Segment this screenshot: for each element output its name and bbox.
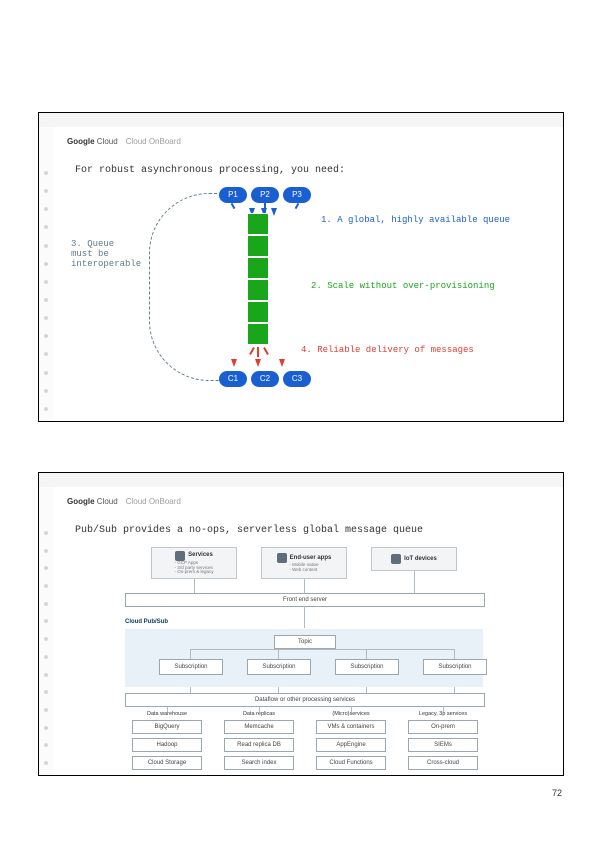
annotation-4: 4. Reliable delivery of messages — [301, 345, 474, 355]
consumer-c3: C3 — [283, 371, 311, 387]
devices-icon — [277, 553, 287, 563]
enduser-card: End-user apps - Mobile native - Web cont… — [261, 547, 347, 579]
slide2-title: Pub/Sub provides a no-ops, serverless gl… — [75, 525, 423, 536]
left-gutter — [39, 127, 53, 421]
topbar — [39, 113, 563, 127]
slide-robust-async: Google CloudCloud OnBoard For robust asy… — [38, 112, 564, 422]
brand: Google CloudCloud OnBoard — [67, 497, 181, 506]
subscription-2: Subscription — [247, 659, 311, 675]
page-number: 72 — [552, 788, 562, 798]
consumer-c2: C2 — [251, 371, 279, 387]
topic: Topic — [274, 635, 336, 649]
left-gutter — [39, 487, 53, 775]
column-microservices: (Micro)services VMs & containers AppEngi… — [316, 711, 386, 774]
producer-p2: P2 — [251, 187, 279, 203]
producer-p3: P3 — [283, 187, 311, 203]
annotation-3: 3. Queue must be interoperable — [71, 239, 141, 269]
column-datawarehouse: Data warehouse BigQuery Hadoop Cloud Sto… — [132, 711, 202, 774]
iot-card: IoT devices — [371, 547, 457, 571]
pubsub-area: Topic Subscription Subscription Subscrip… — [125, 629, 483, 687]
column-legacy: Legacy, 3p services On-prem SIEMs Cross-… — [408, 711, 478, 774]
slide2-diagram: Services - GCP Apps - 3rd party services… — [61, 543, 553, 765]
producer-p1: P1 — [219, 187, 247, 203]
annotation-2: 2. Scale without over-provisioning — [311, 281, 495, 291]
slide1-title: For robust asynchronous processing, you … — [75, 165, 345, 176]
dataflow-services: Dataflow or other processing services — [125, 693, 485, 707]
services-card: Services - GCP Apps - 3rd party services… — [151, 547, 237, 579]
annotation-1: 1. A global, highly available queue — [321, 215, 510, 225]
interoperable-curve — [149, 193, 220, 381]
slide-pubsub: Google CloudCloud OnBoard Pub/Sub provid… — [38, 472, 564, 776]
topbar — [39, 473, 563, 487]
slide1-diagram: P1 P2 P3 C1 C2 C3 1. — [61, 183, 553, 411]
subscription-1: Subscription — [159, 659, 223, 675]
consumer-c1: C1 — [219, 371, 247, 387]
pubsub-label: Cloud Pub/Sub — [125, 619, 168, 625]
column-datareplicas: Data replicas Memcache Read replica DB S… — [224, 711, 294, 774]
subscription-3: Subscription — [335, 659, 399, 675]
frontend-server: Front end server — [125, 593, 485, 607]
brand: Google CloudCloud OnBoard — [67, 137, 181, 146]
queue — [247, 213, 269, 345]
iot-icon — [391, 554, 401, 564]
subscription-4: Subscription — [423, 659, 487, 675]
